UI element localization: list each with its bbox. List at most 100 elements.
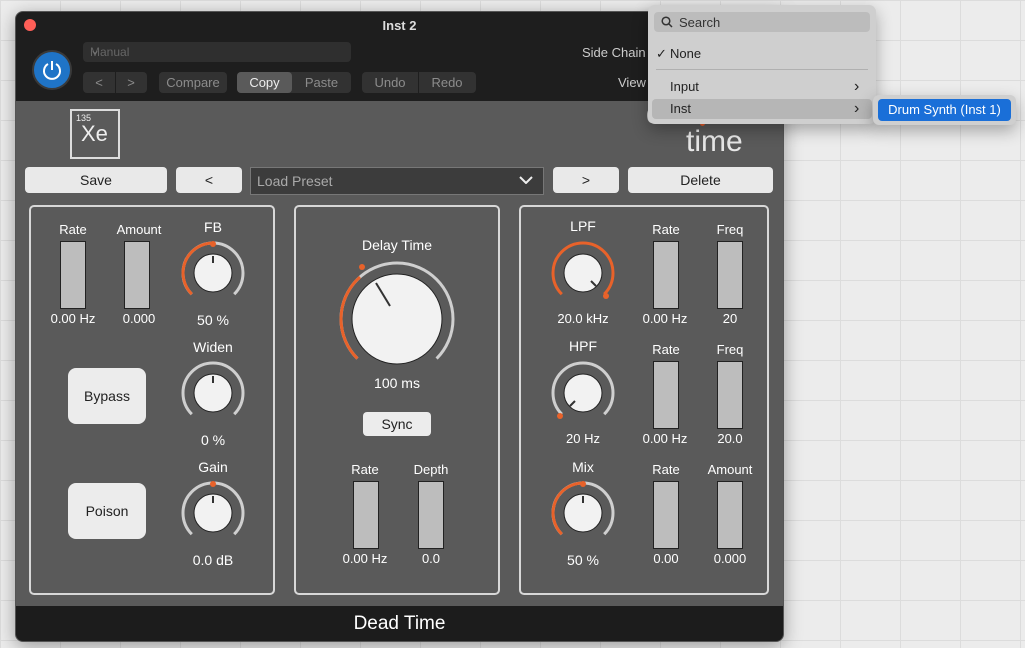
mod-rate-slider[interactable] (653, 481, 679, 549)
mod-amount-value: 0.000 (713, 551, 747, 566)
menu-search-input[interactable]: Search (654, 12, 870, 32)
depth-slider[interactable] (418, 481, 444, 549)
hpf-freq-slider[interactable] (717, 361, 743, 429)
submenu-item-drum-synth[interactable]: Drum Synth (Inst 1) (878, 99, 1011, 121)
prev-preset-button[interactable]: < (83, 72, 116, 93)
copy-paste-group: Copy Paste (237, 72, 351, 93)
prev-button[interactable]: < (176, 167, 242, 193)
mod-amount-label: Amount (707, 462, 753, 477)
delete-button[interactable]: Delete (628, 167, 773, 193)
view-label[interactable]: View (618, 75, 646, 90)
depth-value: 0.0 (421, 551, 441, 566)
menu-item-inst[interactable]: Inst › (652, 99, 872, 119)
load-preset-label: Load Preset (257, 173, 333, 189)
gain-value: 0.0 dB (192, 552, 234, 568)
menu-item-inst-label: Inst (670, 101, 691, 116)
checkmark-icon: ✓ (656, 46, 667, 61)
delay-panel: Delay Time 100 ms Sync Rate 0.00 Hz Dept… (294, 205, 500, 595)
side-chain-label: Side Chain (582, 45, 646, 60)
hpf-knob[interactable] (551, 361, 615, 425)
menu-separator (656, 69, 868, 70)
rate-value: 0.00 Hz (50, 311, 96, 326)
delay-time-value: 100 ms (374, 375, 420, 391)
menu-item-input-label: Input (670, 79, 699, 94)
widen-value: 0 % (200, 432, 226, 448)
mix-knob[interactable] (551, 481, 615, 545)
mod-amount-slider[interactable] (717, 481, 743, 549)
mod-rate-value: 0.00 (653, 551, 679, 566)
lpf-value: 20.0 kHz (557, 311, 609, 326)
delay-rate-label: Rate (351, 462, 379, 477)
compare-label: Compare (166, 75, 220, 90)
bypass-button[interactable]: Bypass (68, 368, 146, 424)
chevron-right-icon: › (854, 78, 860, 95)
plugin-footer-title: Dead Time (16, 606, 783, 641)
amount-label: Amount (116, 222, 162, 237)
xe-logo: 135 Xe (70, 109, 120, 159)
menu-item-none-label: None (670, 46, 702, 61)
hpf-value: 20 Hz (566, 431, 600, 446)
lpf-freq-value: 20 (722, 311, 738, 326)
mix-label: Mix (572, 459, 594, 475)
widen-knob[interactable] (181, 361, 245, 425)
hpf-freq-label: Freq (716, 342, 744, 357)
delay-time-knob[interactable] (339, 261, 455, 377)
lpf-freq-label: Freq (716, 222, 744, 237)
rate-slider[interactable] (60, 241, 86, 309)
brand-line2: time (686, 125, 743, 158)
menu-item-input[interactable]: Input › (648, 77, 876, 97)
lpf-rate-value: 0.00 Hz (642, 311, 688, 326)
save-button[interactable]: Save (25, 167, 167, 193)
depth-label: Depth (413, 462, 449, 477)
search-placeholder: Search (679, 15, 721, 30)
power-icon (43, 61, 61, 80)
delay-rate-slider[interactable] (353, 481, 379, 549)
lpf-freq-slider[interactable] (717, 241, 743, 309)
next-preset-button[interactable]: > (115, 72, 147, 93)
fb-value: 50 % (197, 312, 229, 328)
fb-knob[interactable] (181, 241, 245, 305)
host-preset-dropdown[interactable]: Manual ⌄ (83, 42, 351, 62)
compare-button[interactable]: Compare (159, 72, 227, 93)
next-button[interactable]: > (553, 167, 619, 193)
lpf-rate-slider[interactable] (653, 241, 679, 309)
logo-symbol: Xe (81, 121, 108, 146)
chevron-down-icon (519, 176, 533, 184)
lpf-rate-label: Rate (652, 222, 680, 237)
power-button[interactable] (32, 50, 72, 90)
copy-button[interactable]: Copy (237, 72, 292, 93)
hpf-rate-value: 0.00 Hz (642, 431, 688, 446)
amount-value: 0.000 (122, 311, 156, 326)
lpf-label: LPF (570, 218, 596, 234)
gain-label: Gain (198, 459, 228, 475)
hpf-rate-slider[interactable] (653, 361, 679, 429)
chevron-down-icon: ⌄ (90, 43, 101, 57)
poison-button[interactable]: Poison (68, 483, 146, 539)
rate-label: Rate (59, 222, 87, 237)
menu-item-none[interactable]: ✓ None (648, 44, 876, 64)
undo-redo-group: Undo Redo (362, 72, 476, 93)
lpf-knob[interactable] (551, 241, 615, 305)
modulation-panel: Rate 0.00 Hz Amount 0.000 FB 50 % Bypass… (29, 205, 275, 595)
load-preset-dropdown[interactable]: Load Preset (250, 167, 544, 195)
hpf-label: HPF (569, 338, 597, 354)
chevron-right-icon: › (854, 100, 860, 117)
fb-label: FB (204, 219, 222, 235)
widen-label: Widen (193, 339, 233, 355)
mod-rate-label: Rate (652, 462, 680, 477)
search-icon (661, 16, 673, 28)
preset-nav-group: < > (83, 72, 147, 93)
sync-button[interactable]: Sync (363, 412, 431, 436)
inst-submenu: Drum Synth (Inst 1) (873, 95, 1016, 125)
amount-slider[interactable] (124, 241, 150, 309)
delay-rate-value: 0.00 Hz (342, 551, 388, 566)
gain-knob[interactable] (181, 481, 245, 545)
redo-button[interactable]: Redo (418, 72, 476, 93)
paste-button[interactable]: Paste (292, 72, 351, 93)
hpf-freq-value: 20.0 (717, 431, 743, 446)
filter-panel: LPF 20.0 kHz Rate 0.00 Hz Freq 20 HPF 20 (519, 205, 769, 595)
delay-time-label: Delay Time (361, 237, 433, 253)
side-chain-menu: Search ✓ None Input › Inst › (648, 5, 876, 124)
mix-value: 50 % (567, 552, 599, 568)
undo-button[interactable]: Undo (362, 72, 419, 93)
